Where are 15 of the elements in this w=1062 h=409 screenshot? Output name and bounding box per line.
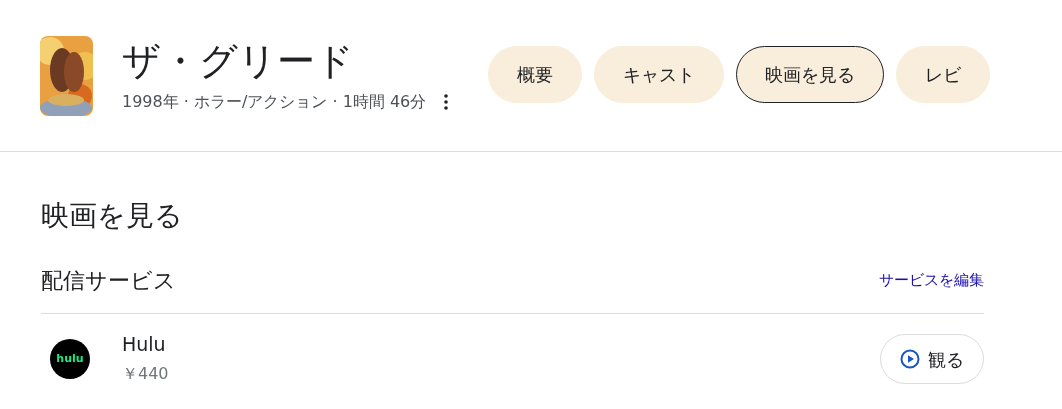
edit-services-link[interactable]: サービスを編集 (879, 269, 984, 292)
movie-title: ザ・グリード (122, 37, 355, 84)
more-icon[interactable] (444, 93, 449, 110)
tab[interactable]: レビ (896, 46, 991, 103)
tab[interactable]: キャスト (594, 46, 725, 103)
tab[interactable]: 映画を見る (736, 46, 885, 103)
service-price: ￥440 (122, 363, 170, 385)
movie-meta: 1998年 · ホラー/アクション · 1時間 46分 (122, 90, 427, 113)
watch-button[interactable]: 観る (880, 334, 984, 384)
service-name: Hulu (122, 332, 167, 356)
tab[interactable]: 概要 (488, 46, 583, 103)
section-subtitle: 配信サービス (41, 267, 176, 295)
service-logo: hulu (50, 339, 90, 379)
section-title: 映画を見る (41, 198, 184, 234)
play-icon (900, 349, 920, 369)
